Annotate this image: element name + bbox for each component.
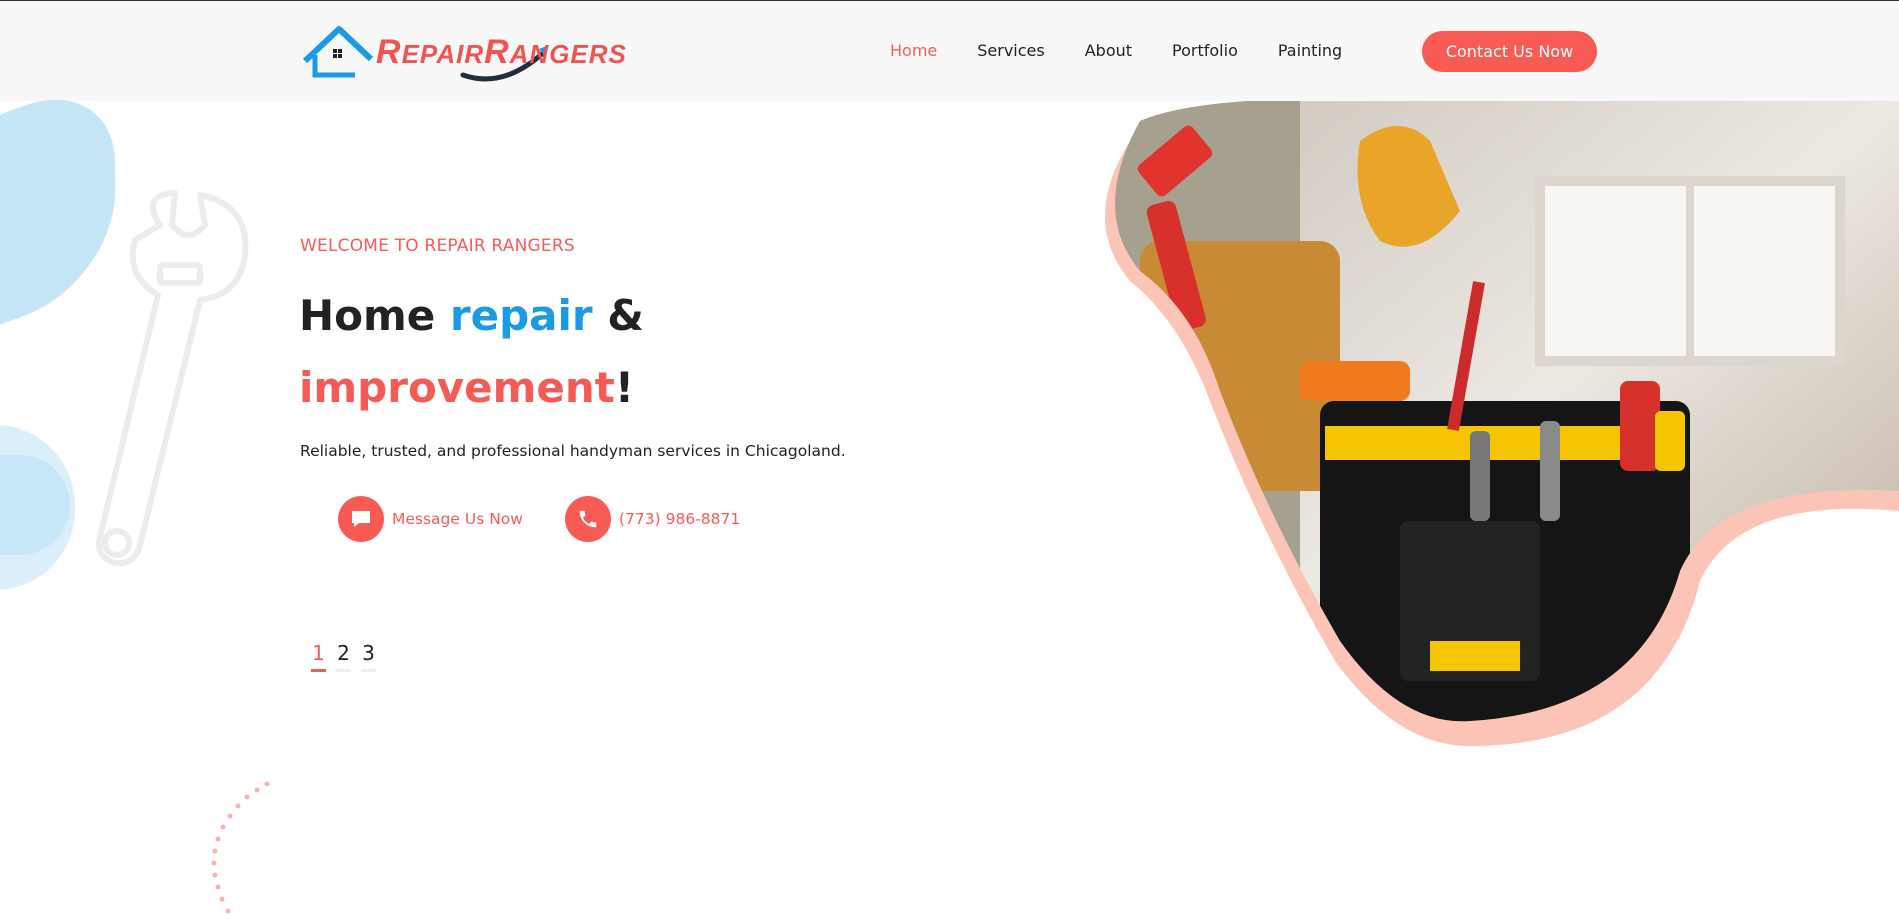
hero-kicker: WELCOME TO REPAIR RANGERS: [300, 236, 575, 256]
nav-about[interactable]: About: [1085, 41, 1132, 63]
logo-wordmark: REPAIRRANGERS: [376, 33, 627, 72]
logo[interactable]: REPAIRRANGERS: [303, 23, 653, 83]
logo-letter: R: [376, 33, 402, 71]
message-us-button[interactable]: Message Us Now: [338, 496, 523, 542]
slide-pager: 1 2 3: [311, 641, 376, 672]
logo-letters: EPAIR: [401, 39, 485, 69]
phone-icon: [565, 496, 611, 542]
logo-letter: R: [484, 33, 510, 71]
message-us-label: Message Us Now: [392, 510, 523, 528]
site-header: REPAIRRANGERS Home Services About Portfo…: [0, 1, 1899, 101]
main-nav: Home Services About Portfolio Painting: [890, 41, 1382, 63]
hero-headline: Home repair & improvement!: [299, 280, 999, 424]
phone-number-label: (773) 986-8871: [619, 510, 741, 528]
logo-letters: ANGERS: [509, 39, 627, 69]
phone-call-button[interactable]: (773) 986-8871: [565, 496, 740, 542]
nav-painting[interactable]: Painting: [1278, 41, 1342, 63]
headline-highlight-blue: repair: [449, 291, 593, 340]
pager-item-3[interactable]: 3: [361, 641, 376, 672]
headline-highlight-red: improvement: [299, 363, 615, 412]
hero-subtitle: Reliable, trusted, and professional hand…: [300, 442, 846, 460]
pager-item-2[interactable]: 2: [336, 641, 351, 672]
hero-toolbag-image: [1105, 101, 1899, 747]
headline-text: !: [614, 363, 635, 412]
wrench-watermark-icon: [96, 190, 249, 567]
nav-services[interactable]: Services: [977, 41, 1044, 63]
chat-icon: [338, 496, 384, 542]
headline-text: &: [592, 291, 644, 340]
contact-us-button[interactable]: Contact Us Now: [1422, 31, 1597, 72]
pager-item-1[interactable]: 1: [311, 641, 326, 672]
nav-home[interactable]: Home: [890, 41, 937, 63]
dotted-arc-decoration: [211, 781, 270, 914]
nav-portfolio[interactable]: Portfolio: [1172, 41, 1238, 63]
headline-text: Home: [299, 291, 450, 340]
